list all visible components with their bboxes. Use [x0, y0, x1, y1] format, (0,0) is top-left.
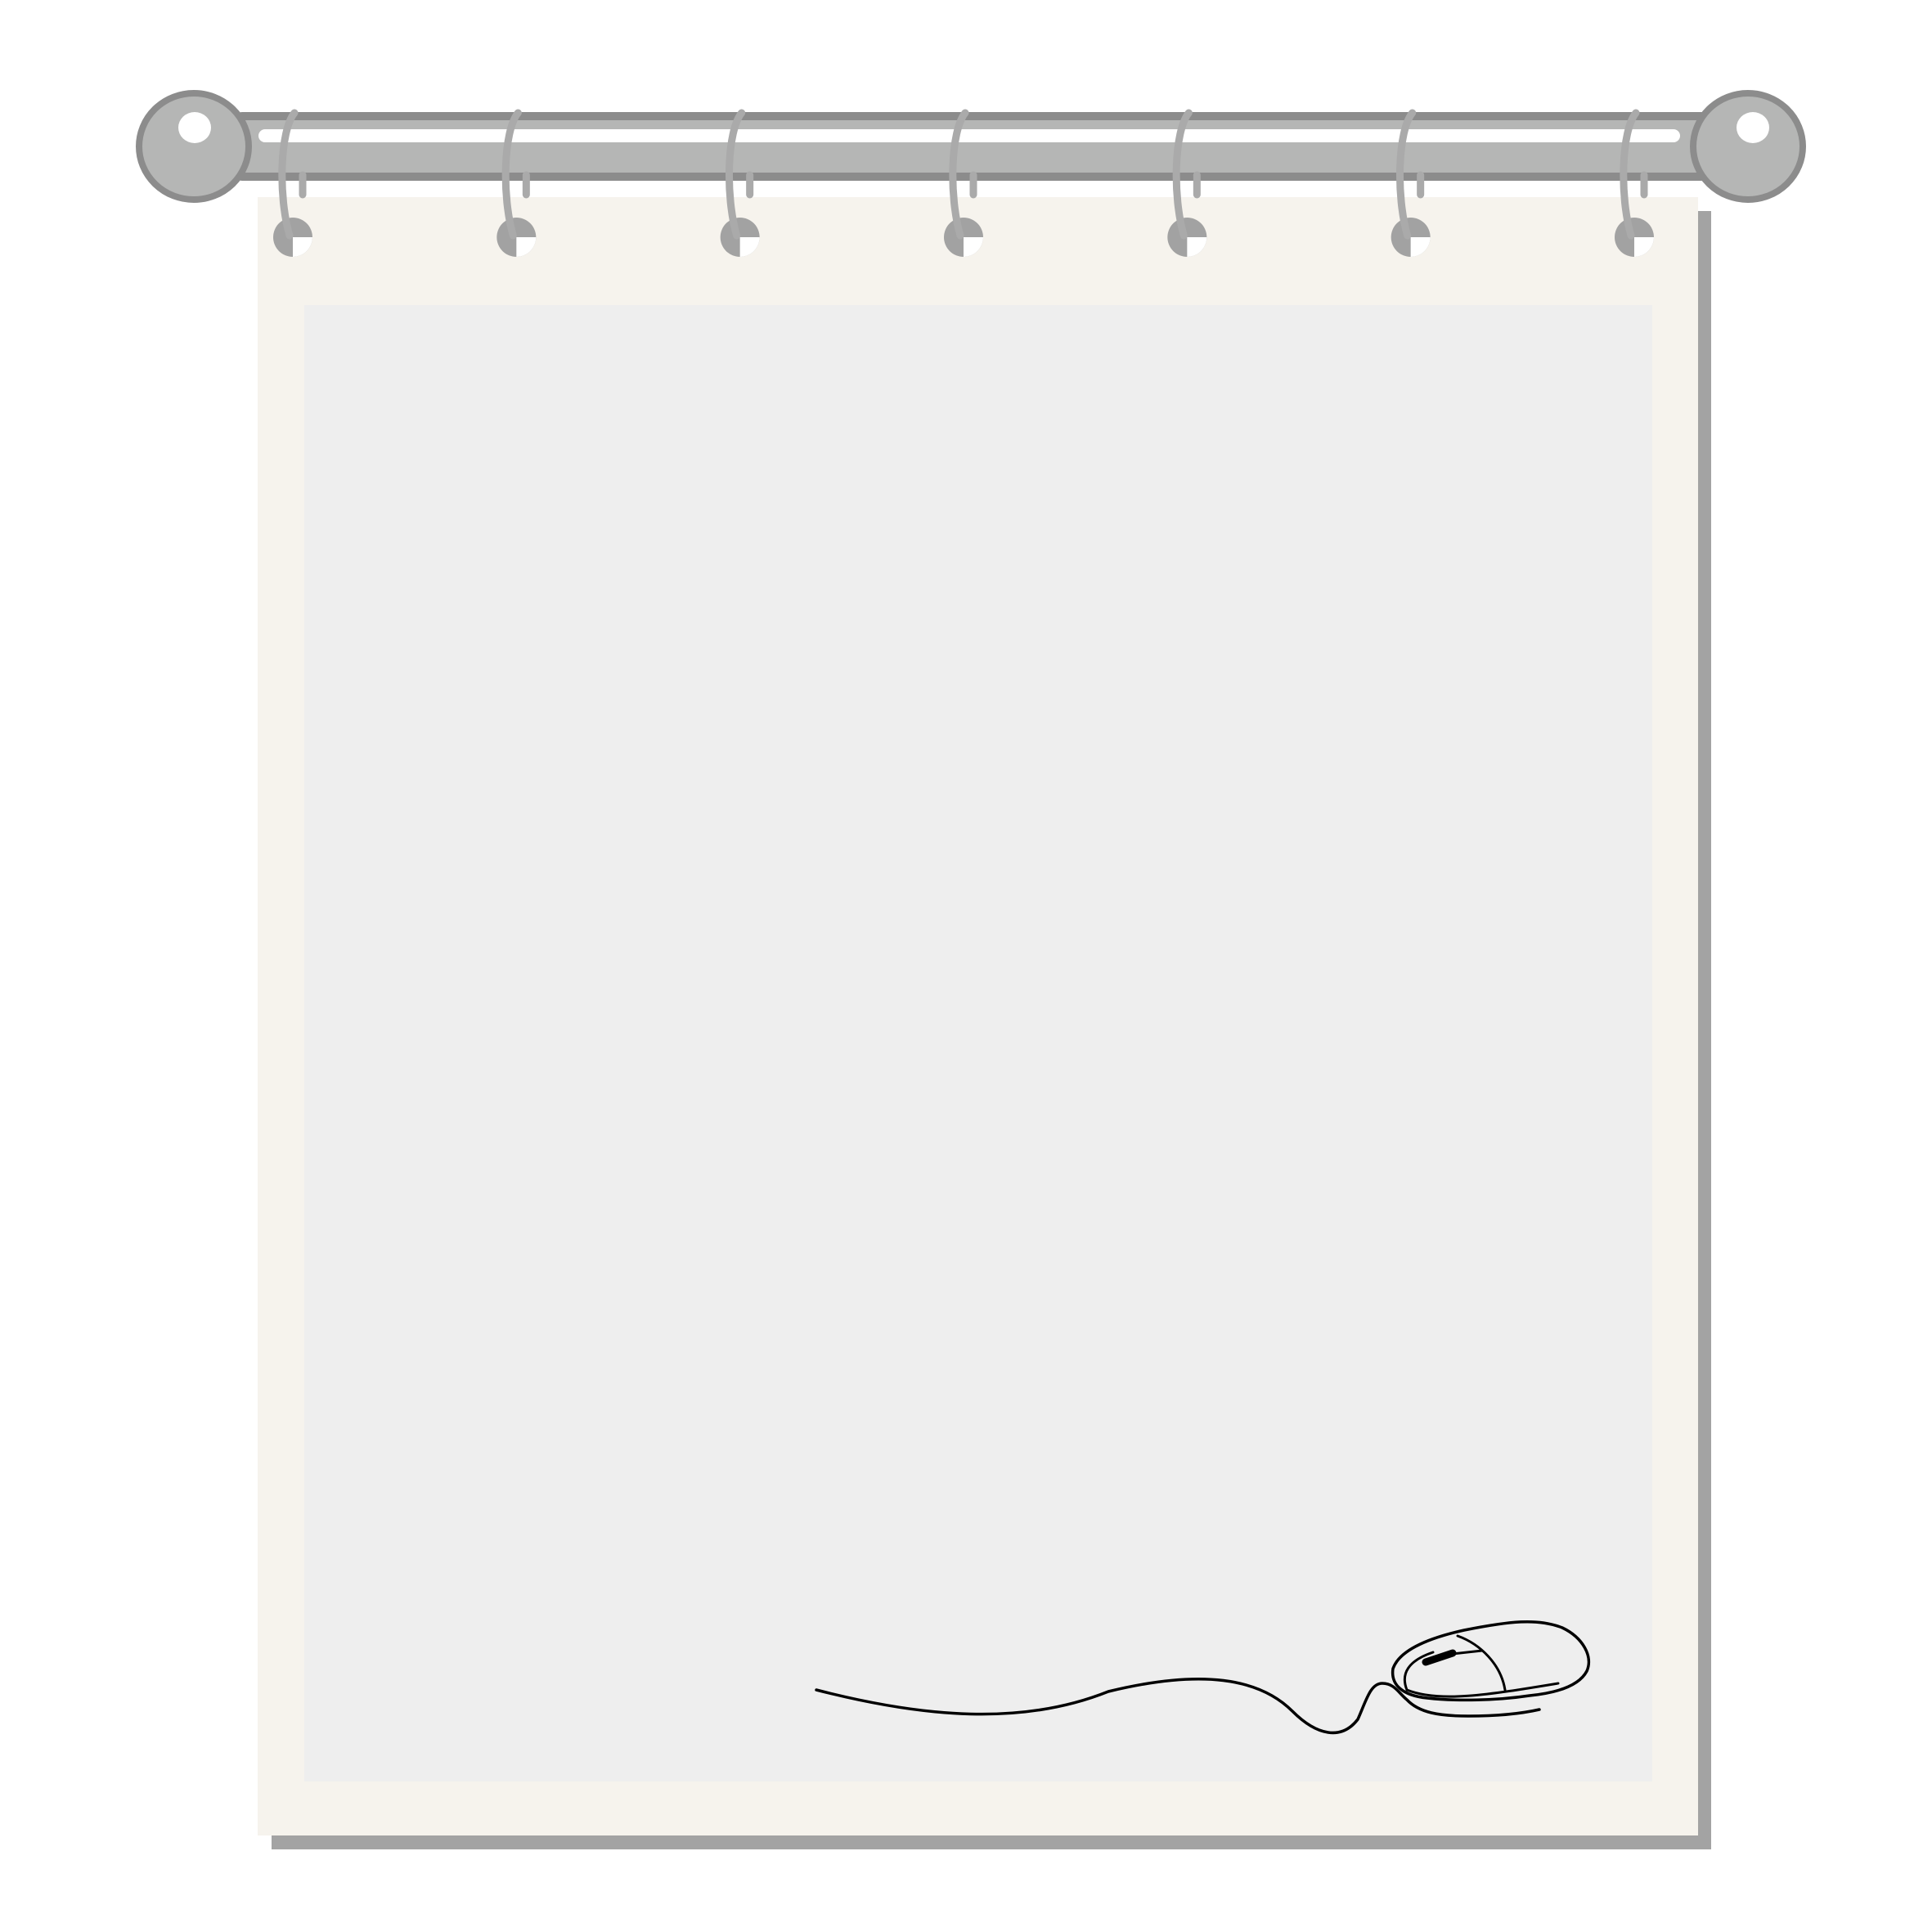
hanging-notepad-illustration	[136, 90, 1806, 1849]
content-area	[304, 305, 1652, 1781]
rod-bar	[233, 112, 1714, 181]
rod-right-finial	[1690, 90, 1806, 203]
rod-left-finial	[136, 90, 252, 203]
rod-highlight	[258, 129, 1680, 142]
